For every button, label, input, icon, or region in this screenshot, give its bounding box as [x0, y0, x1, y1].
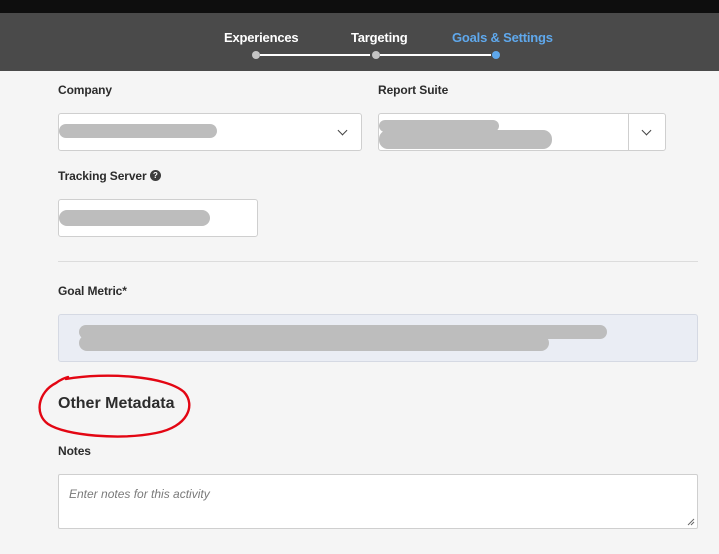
notes-placeholder: Enter notes for this activity: [69, 487, 210, 501]
redacted-tracking-server-value: [59, 210, 210, 226]
report-suite-label: Report Suite: [378, 83, 449, 97]
step-experiences-label[interactable]: Experiences: [224, 30, 299, 45]
step-connector-1: [260, 54, 370, 56]
step-targeting-label[interactable]: Targeting: [351, 30, 408, 45]
report-suite-dropdown[interactable]: [378, 113, 666, 151]
question-circle-icon[interactable]: ?: [150, 170, 161, 181]
redacted-report-suite-value-b: [379, 130, 552, 149]
goal-metric-label: Goal Metric*: [58, 284, 127, 298]
step-goals-settings-label[interactable]: Goals & Settings: [452, 30, 553, 45]
step-experiences-dot[interactable]: [252, 51, 260, 59]
company-dropdown[interactable]: [58, 113, 362, 151]
step-goals-settings-dot[interactable]: [492, 51, 500, 59]
red-circle-annotation: [38, 374, 191, 438]
step-targeting-dot[interactable]: [372, 51, 380, 59]
company-label: Company: [58, 83, 112, 97]
chevron-down-icon: [337, 125, 348, 136]
step-connector-2: [380, 54, 491, 56]
chevron-down-icon[interactable]: [641, 125, 652, 136]
notes-label: Notes: [58, 444, 91, 458]
goal-metric-selector[interactable]: [58, 314, 698, 362]
tracking-server-label: Tracking Server: [58, 169, 147, 183]
tracking-server-input[interactable]: [58, 199, 258, 237]
resize-handle-icon[interactable]: [687, 518, 695, 526]
notes-textarea[interactable]: Enter notes for this activity: [58, 474, 698, 529]
top-black-bar: [0, 0, 719, 13]
redacted-goal-metric-value-b: [79, 335, 549, 351]
redacted-company-value: [59, 124, 217, 138]
section-divider: [58, 261, 698, 262]
workflow-stepper: Experiences Targeting Goals & Settings: [0, 13, 719, 71]
dropdown-divider: [628, 114, 629, 150]
